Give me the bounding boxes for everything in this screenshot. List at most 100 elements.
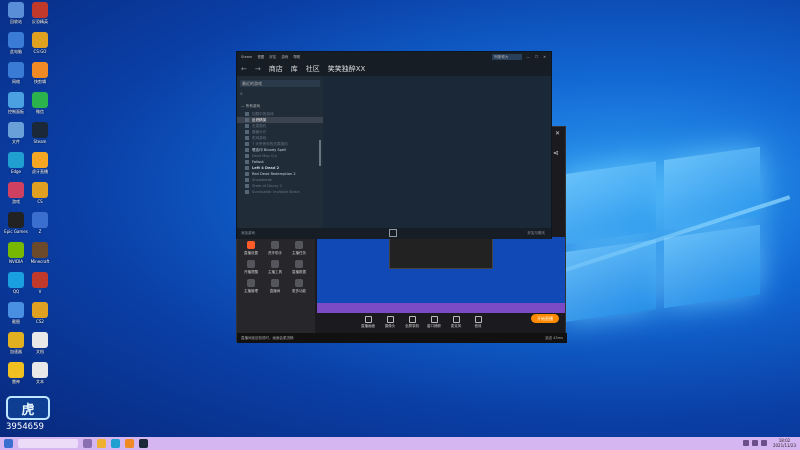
stream-tool-button[interactable]: 直播设置 — [239, 241, 263, 256]
stream-control-button[interactable]: 摄像头 — [379, 315, 401, 329]
stream-tool-button[interactable]: 主播任务 — [287, 241, 311, 256]
account-button[interactable]: 阿斯顿大 — [492, 54, 523, 60]
search-icon[interactable]: ⌕ — [240, 91, 320, 98]
taskview-icon[interactable] — [83, 439, 92, 448]
game-icon — [245, 184, 249, 188]
minimize-button[interactable]: — — [526, 55, 530, 59]
menu-friends[interactable]: 好友 — [269, 55, 276, 60]
add-game-button[interactable]: 添加游戏 — [241, 231, 255, 236]
forward-arrow-icon[interactable]: → — [255, 65, 261, 73]
desktop-icon-label: Z — [38, 229, 42, 234]
tool-icon — [271, 279, 279, 287]
desktop-icon[interactable]: Minecraft — [27, 242, 53, 264]
volume-icon[interactable] — [751, 440, 758, 446]
desktop-icon[interactable]: 快剪辑 — [27, 62, 53, 84]
tab-community[interactable]: 社区 — [306, 64, 320, 74]
desktop-icon-label: 反恐精英 — [32, 19, 48, 24]
close-button[interactable]: ✕ — [543, 55, 546, 59]
desktop-icon-label: 文本 — [36, 379, 44, 384]
app-icon — [32, 332, 48, 348]
desktop-icon[interactable]: 虎牙直播 — [27, 152, 53, 174]
maximize-button[interactable]: ☐ — [535, 55, 538, 59]
desktop-icon[interactable]: 游戏 — [3, 182, 29, 204]
stream-tools-panel: 直播设置 虎牙助手 主播任务开播提醒 主播工具 直播数据主播管理 直播间 更多功能 — [237, 237, 315, 333]
stream-tool-button[interactable]: 直播间 — [263, 279, 287, 294]
desktop-icon[interactable]: 网络 — [3, 62, 29, 84]
system-tray: 18:02 2021/11/23 — [740, 438, 796, 448]
desktop-icon[interactable]: 此电脑 — [3, 32, 29, 54]
taskbar-search[interactable] — [18, 439, 78, 448]
tool-icon — [247, 241, 255, 249]
menu-help[interactable]: 帮助 — [293, 55, 300, 60]
desktop-icon[interactable]: QQ — [3, 272, 29, 294]
desktop-icon[interactable]: 控制面板 — [3, 92, 29, 114]
start-live-button[interactable]: 开始直播 — [531, 314, 559, 323]
game-name: Fallout — [252, 160, 264, 164]
tab-library[interactable]: 库 — [291, 64, 298, 74]
desktop-icon[interactable]: 文本 — [27, 362, 53, 384]
stream-tool-button[interactable]: 主播管理 — [239, 279, 263, 294]
stream-control-button[interactable]: 直播画面 — [357, 315, 379, 329]
desktop-icon[interactable]: Z — [27, 212, 53, 234]
desktop-icon[interactable]: 截图 — [3, 302, 29, 324]
preview-taskbar — [317, 303, 565, 313]
desktop-icon[interactable]: V — [27, 272, 53, 294]
tool-label: 更多功能 — [292, 289, 306, 293]
control-label: 音效 — [474, 323, 482, 328]
menu-steam[interactable]: Steam — [241, 55, 252, 59]
desktop-icon[interactable]: NVIDIA — [3, 242, 29, 264]
desktop-icon-label: 此电脑 — [10, 49, 22, 54]
desktop-icon[interactable]: 反恐精英 — [27, 2, 53, 24]
downloads-icon[interactable] — [389, 229, 397, 237]
stream-control-button[interactable]: 全屏录制 — [401, 315, 423, 329]
app-icon — [32, 362, 48, 378]
library-filter-select[interactable]: 最近的游戏 — [240, 80, 320, 87]
stream-control-button[interactable]: 音效 — [467, 315, 489, 329]
library-scrollbar[interactable] — [319, 140, 321, 166]
network-icon[interactable] — [742, 440, 749, 446]
stream-control-button[interactable]: 麦克风 — [445, 315, 467, 329]
close-icon[interactable]: ✕ — [555, 130, 560, 137]
stream-tool-button[interactable]: 主播工具 — [263, 260, 287, 275]
share-icon[interactable]: ⋖ — [553, 149, 559, 157]
game-icon — [245, 154, 249, 158]
tab-profile[interactable]: 笑笑独醉XX — [328, 64, 366, 74]
desktop-icon[interactable]: 文档 — [27, 332, 53, 354]
clock[interactable]: 18:02 2021/11/23 — [773, 438, 796, 448]
huya-taskbar-icon[interactable] — [125, 439, 134, 448]
stream-control-button[interactable]: 窗口捕获 — [423, 315, 445, 329]
game-name: State of Decay 2 — [252, 184, 282, 188]
start-icon[interactable] — [4, 439, 13, 448]
desktop-icon-label: QQ — [12, 289, 20, 294]
tool-label: 虎牙助手 — [268, 251, 282, 255]
nested-preview — [389, 237, 493, 269]
stream-tool-button[interactable]: 开播提醒 — [239, 260, 263, 275]
desktop-icon[interactable]: CS2 — [27, 302, 53, 324]
desktop-icon[interactable]: Steam — [27, 122, 53, 144]
stream-tool-button[interactable]: 更多功能 — [287, 279, 311, 294]
edge-icon[interactable] — [111, 439, 120, 448]
steam-taskbar-icon[interactable] — [139, 439, 148, 448]
menu-games[interactable]: 游戏 — [281, 55, 288, 60]
back-arrow-icon[interactable]: ← — [241, 65, 247, 73]
language-icon[interactable] — [760, 440, 767, 446]
app-icon — [8, 32, 24, 48]
game-list-item[interactable]: Survivalist: Invisible Strain — [237, 189, 323, 195]
desktop-icon[interactable]: CS:GO — [27, 32, 53, 54]
tab-store[interactable]: 商店 — [269, 64, 283, 74]
explorer-icon[interactable] — [97, 439, 106, 448]
desktop-icon[interactable]: Edge — [3, 152, 29, 174]
desktop-icon[interactable]: CS — [27, 182, 53, 204]
control-label: 全屏录制 — [405, 323, 419, 328]
stream-tool-button[interactable]: 虎牙助手 — [263, 241, 287, 256]
desktop-icon[interactable]: 文件 — [3, 122, 29, 144]
desktop-icon[interactable]: 雷神 — [3, 362, 29, 384]
menu-view[interactable]: 视图 — [257, 55, 264, 60]
stream-tool-button[interactable]: 直播数据 — [287, 260, 311, 275]
desktop-icon[interactable]: 微信 — [27, 92, 53, 114]
library-category[interactable]: — 所有游戏 — [237, 104, 323, 109]
desktop-icon[interactable]: 回收站 — [3, 2, 29, 24]
desktop-icon[interactable]: 加速器 — [3, 332, 29, 354]
friends-chat-button[interactable]: 好友与聊天 — [528, 231, 546, 236]
desktop-icon[interactable]: Epic Games — [3, 212, 29, 234]
